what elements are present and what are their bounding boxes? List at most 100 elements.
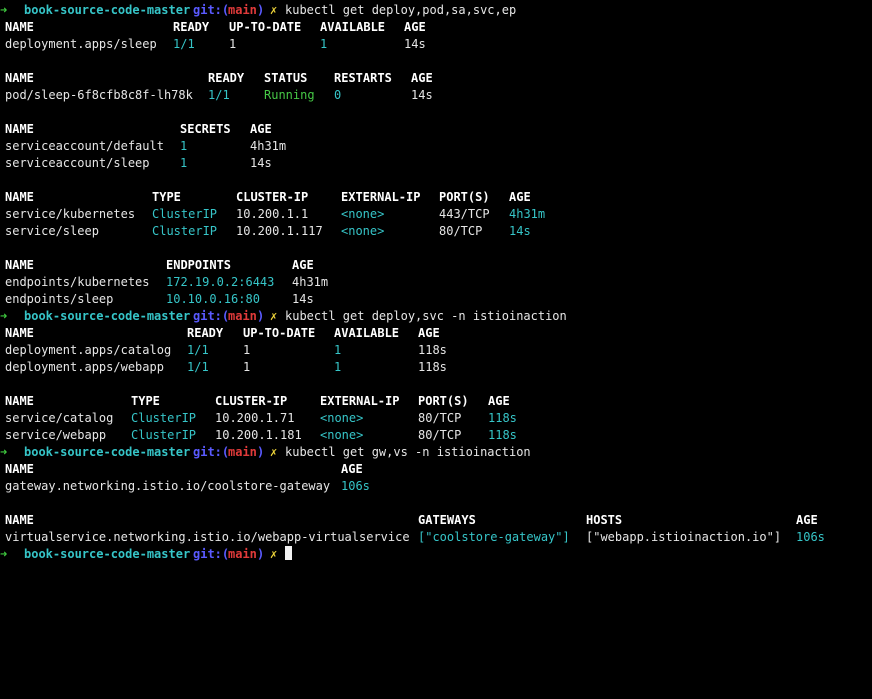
- column-header: AVAILABLE: [320, 20, 386, 34]
- column-header: NAME: [5, 462, 34, 476]
- table-cell: 14s: [292, 292, 314, 306]
- table-cell: serviceaccount/default: [5, 139, 164, 153]
- table-cell: 118s: [418, 360, 447, 374]
- prompt-arrow-icon: ➜: [0, 3, 8, 17]
- cursor-icon: [285, 546, 292, 560]
- prompt-git-close: ): [257, 547, 265, 561]
- table-cell: 106s: [341, 479, 370, 493]
- table-cell: service/kubernetes: [5, 207, 136, 221]
- table-cell: endpoints/sleep: [5, 292, 114, 306]
- table-cell: 1: [320, 37, 328, 51]
- table-cell: service/catalog: [5, 411, 114, 425]
- table-cell: deployment.apps/sleep: [5, 37, 157, 51]
- column-header: GATEWAYS: [418, 513, 476, 527]
- column-header: AGE: [488, 394, 510, 408]
- table-row: deployment.apps/webapp 1/1 1 1 118s: [0, 359, 872, 376]
- prompt-dirty-icon: ✗: [270, 3, 278, 17]
- prompt-directory: book-source-code-master: [24, 445, 191, 459]
- prompt-git-label: git:(: [193, 3, 230, 17]
- prompt-branch: main: [228, 445, 257, 459]
- table-cell: 1/1: [187, 360, 209, 374]
- prompt-git-close: ): [257, 445, 265, 459]
- table-cell: 4h31m: [292, 275, 329, 289]
- column-header: NAME: [5, 20, 34, 34]
- table-row: endpoints/sleep 10.10.0.16:80 14s: [0, 291, 872, 308]
- table-cell: service/webapp: [5, 428, 107, 442]
- prompt-branch: main: [228, 547, 257, 561]
- table-cell: deployment.apps/catalog: [5, 343, 172, 357]
- column-header: UP-TO-DATE: [229, 20, 302, 34]
- column-header: AGE: [250, 122, 272, 136]
- table-cell: serviceaccount/sleep: [5, 156, 150, 170]
- table-cell: pod/sleep-6f8cfb8c8f-lh78k: [5, 88, 193, 102]
- column-header: EXTERNAL-IP: [320, 394, 400, 408]
- column-header: AGE: [404, 20, 426, 34]
- column-header: PORT(S): [439, 190, 490, 204]
- table-cell: 106s: [796, 530, 825, 544]
- prompt-line: ➜ book-source-code-master git:( main ) ✗…: [0, 2, 872, 19]
- table-cell: 80/TCP: [418, 428, 462, 442]
- table-cell: 1: [243, 343, 251, 357]
- table-row: service/sleep ClusterIP 10.200.1.117 <no…: [0, 223, 872, 240]
- table-cell: 172.19.0.2:6443: [166, 275, 275, 289]
- column-header: ENDPOINTS: [166, 258, 232, 272]
- column-header: UP-TO-DATE: [243, 326, 316, 340]
- terminal-window[interactable]: ➜ book-source-code-master git:( main ) ✗…: [0, 0, 872, 572]
- command-text: kubectl get deploy,svc -n istioinaction: [285, 309, 567, 323]
- command-input[interactable]: [285, 546, 292, 563]
- table-cell: 14s: [250, 156, 272, 170]
- column-header: READY: [187, 326, 224, 340]
- column-header: STATUS: [264, 71, 308, 85]
- prompt-directory: book-source-code-master: [24, 547, 191, 561]
- command-text: kubectl get deploy,pod,sa,svc,ep: [285, 3, 517, 17]
- table-cell: ClusterIP: [131, 411, 197, 425]
- column-header: NAME: [5, 190, 34, 204]
- column-header: READY: [208, 71, 245, 85]
- column-header: AGE: [292, 258, 314, 272]
- prompt-arrow-icon: ➜: [0, 445, 8, 459]
- column-header: TYPE: [152, 190, 181, 204]
- prompt-dirty-icon: ✗: [270, 445, 278, 459]
- column-header: AGE: [411, 71, 433, 85]
- table-cell: <none>: [320, 411, 364, 425]
- column-header: TYPE: [131, 394, 160, 408]
- prompt-git-label: git:(: [193, 547, 230, 561]
- column-header: NAME: [5, 258, 34, 272]
- table-cell: 10.200.1.117: [236, 224, 323, 238]
- table-cell: <none>: [320, 428, 364, 442]
- column-header: AGE: [509, 190, 531, 204]
- prompt-arrow-icon: ➜: [0, 309, 8, 323]
- table-cell: 10.10.0.16:80: [166, 292, 260, 306]
- table-cell: 0: [334, 88, 342, 102]
- table-cell: 10.200.1.71: [215, 411, 295, 425]
- table-row: serviceaccount/sleep 1 14s: [0, 155, 872, 172]
- table-header: NAME READY UP-TO-DATE AVAILABLE AGE: [0, 19, 872, 36]
- table-cell: deployment.apps/webapp: [5, 360, 164, 374]
- column-header: RESTARTS: [334, 71, 392, 85]
- table-cell: 1/1: [208, 88, 230, 102]
- column-header: NAME: [5, 513, 34, 527]
- table-header: NAME TYPE CLUSTER-IP EXTERNAL-IP PORT(S)…: [0, 393, 872, 410]
- table-cell: ["coolstore-gateway"]: [418, 530, 570, 544]
- prompt-line[interactable]: ➜ book-source-code-master git:( main ) ✗: [0, 546, 872, 563]
- column-header: CLUSTER-IP: [215, 394, 288, 408]
- table-row: virtualservice.networking.istio.io/webap…: [0, 529, 872, 546]
- column-header: NAME: [5, 394, 34, 408]
- table-cell: 443/TCP: [439, 207, 490, 221]
- table-header: NAME AGE: [0, 461, 872, 478]
- table-row: service/catalog ClusterIP 10.200.1.71 <n…: [0, 410, 872, 427]
- table-cell: 80/TCP: [439, 224, 483, 238]
- prompt-git-label: git:(: [193, 309, 230, 323]
- column-header: PORT(S): [418, 394, 469, 408]
- table-cell: 118s: [418, 343, 447, 357]
- table-row: endpoints/kubernetes 172.19.0.2:6443 4h3…: [0, 274, 872, 291]
- prompt-directory: book-source-code-master: [24, 3, 191, 17]
- prompt-dirty-icon: ✗: [270, 309, 278, 323]
- table-cell: 1: [334, 343, 342, 357]
- table-row: pod/sleep-6f8cfb8c8f-lh78k 1/1 Running 0…: [0, 87, 872, 104]
